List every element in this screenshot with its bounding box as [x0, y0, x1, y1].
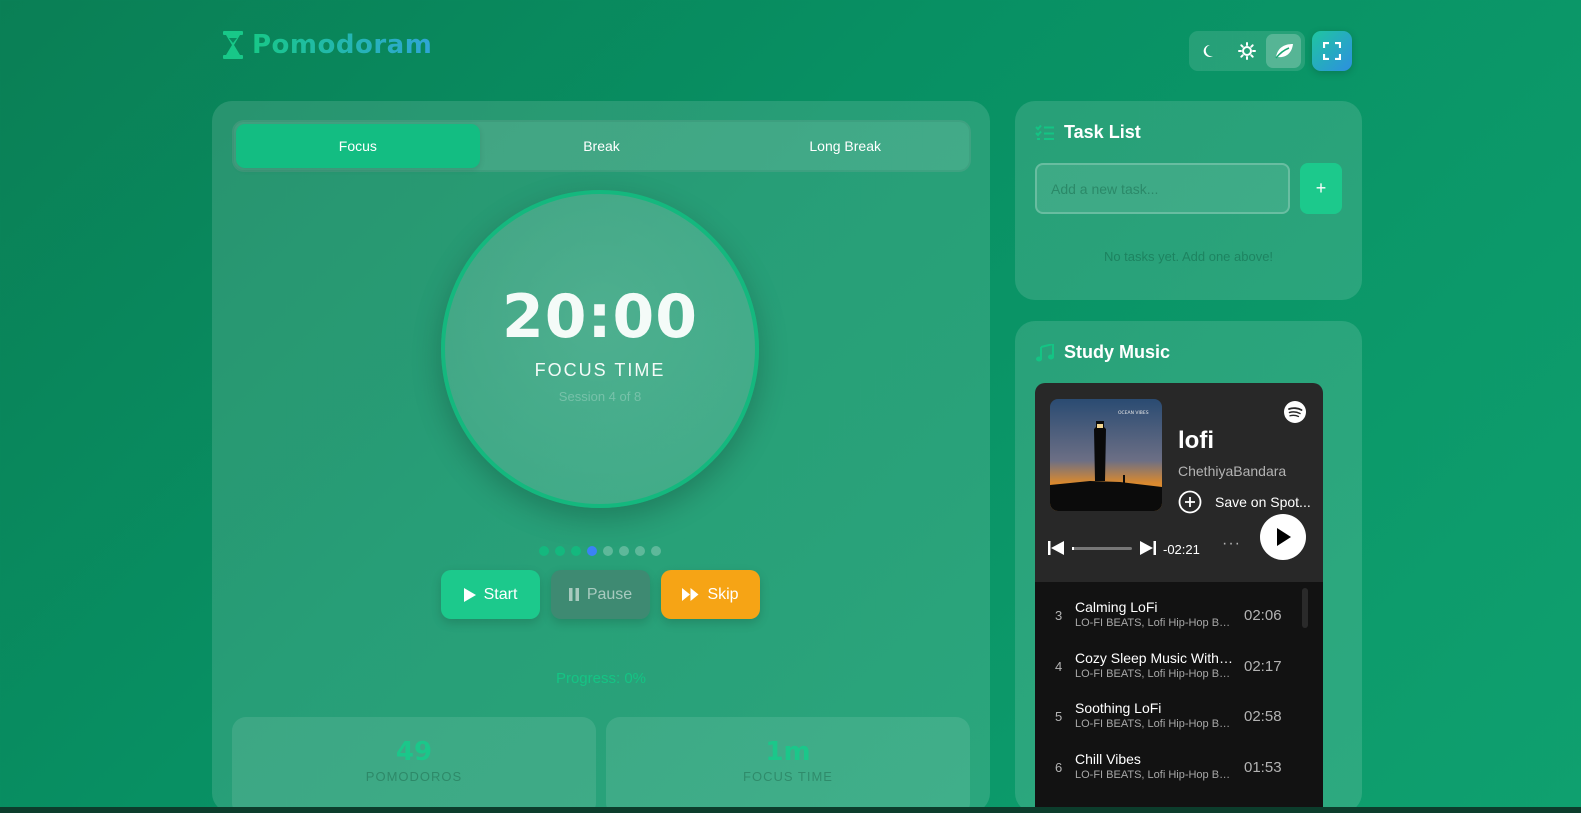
session-dot — [571, 546, 581, 556]
track-number: 6 — [1055, 760, 1063, 775]
timer-circle: 20:00 FOCUS TIME Session 4 of 8 — [441, 190, 759, 508]
save-label: Save on Spot... — [1215, 494, 1311, 510]
app-header: Pomodoram — [222, 30, 432, 60]
moon-icon — [1204, 44, 1214, 57]
hourglass-icon — [223, 31, 243, 59]
fast-forward-icon — [682, 588, 699, 601]
track-name: Chill Vibes — [1075, 751, 1141, 767]
music-note-icon — [1036, 343, 1054, 361]
pause-icon — [568, 588, 579, 601]
tracklist-scrollbar[interactable] — [1302, 588, 1308, 628]
task-list-title-text: Task List — [1064, 122, 1141, 142]
fullscreen-icon — [1323, 42, 1341, 60]
study-music-title: Study Music — [1035, 342, 1170, 363]
timer-mode-label: FOCUS TIME — [534, 360, 666, 380]
pause-label: Pause — [586, 585, 633, 603]
session-dot — [635, 546, 645, 556]
session-dots — [539, 546, 661, 556]
track-artist: LO-FI BEATS, Lofi Hip-Hop Beats — [1075, 718, 1235, 730]
fullscreen-button[interactable] — [1312, 31, 1352, 71]
timer-display: 20:00 — [502, 282, 698, 352]
time-remaining: -02:21 — [1163, 542, 1200, 557]
track-row[interactable]: 5 Soothing LoFi LO-FI BEATS, Lofi Hip-Hop … — [1035, 692, 1310, 742]
tab-break[interactable]: Break — [480, 124, 724, 168]
spotify-embed: OCEAN VIBES lofi ChethiyaBandara Save on… — [1035, 383, 1323, 813]
timer-panel: Focus Break Long Break 20:00 FOCUS TIME … — [212, 101, 990, 813]
timer-controls: Start Pause Skip — [441, 570, 760, 619]
album-cover[interactable]: OCEAN VIBES — [1050, 399, 1162, 511]
start-button[interactable]: Start — [441, 570, 540, 619]
track-artist: LO-FI BEATS, Lofi Hip-Hop Beats — [1075, 769, 1235, 781]
session-dot — [539, 546, 549, 556]
next-track-icon[interactable] — [1140, 541, 1156, 555]
session-counter: Session 4 of 8 — [558, 389, 642, 404]
track-name: Cozy Sleep Music With Rain — [1075, 650, 1233, 666]
track-list: 3 Calming LoFi LO-FI BEATS, Lofi Hip-Hop B… — [1035, 582, 1323, 813]
session-dot — [619, 546, 629, 556]
playback-progress-bar[interactable] — [1072, 546, 1132, 550]
playback-controls — [1048, 541, 1156, 555]
leaf-icon — [1275, 44, 1293, 59]
more-options-button[interactable]: ··· — [1222, 535, 1241, 553]
task-list-title: Task List — [1035, 122, 1141, 143]
track-number: 5 — [1055, 709, 1063, 724]
track-row[interactable]: 3 Calming LoFi LO-FI BEATS, Lofi Hip-Hop B… — [1035, 591, 1310, 641]
track-artist: LO-FI BEATS, Lofi Hip-Hop Beats — [1075, 668, 1235, 680]
stat-card-pomodoros: 49 POMODOROS — [232, 717, 596, 813]
app-logo-text[interactable]: Pomodoram — [252, 30, 432, 60]
theme-light-button[interactable] — [1230, 34, 1265, 68]
track-duration: 02:17 — [1244, 658, 1282, 675]
track-name: Soothing LoFi — [1075, 700, 1162, 716]
session-dot — [587, 546, 597, 556]
stat-label: FOCUS TIME — [743, 769, 833, 784]
stat-card-focus-time: 1m FOCUS TIME — [606, 717, 970, 813]
study-music-title-text: Study Music — [1064, 342, 1171, 362]
theme-dark-button[interactable] — [1193, 34, 1228, 68]
skip-button[interactable]: Skip — [661, 570, 760, 619]
play-icon — [1277, 528, 1291, 546]
track-row[interactable]: 6 Chill Vibes LO-FI BEATS, Lofi Hip-Hop Be… — [1035, 743, 1310, 793]
playlist-owner[interactable]: ChethiyaBandara — [1178, 463, 1286, 479]
stat-value: 49 — [395, 737, 433, 767]
track-row[interactable]: 4 Cozy Sleep Music With Rain LO-FI BEATS, … — [1035, 642, 1310, 692]
add-task-button[interactable]: + — [1300, 163, 1342, 214]
theme-switcher — [1189, 31, 1305, 71]
pause-button[interactable]: Pause — [551, 570, 650, 619]
track-name: Calming LoFi — [1075, 599, 1158, 615]
task-list-card: Task List + No tasks yet. Add one above! — [1015, 101, 1362, 300]
stat-label: POMODOROS — [365, 769, 463, 784]
empty-tasks-text: No tasks yet. Add one above! — [1103, 249, 1274, 264]
skip-label: Skip — [707, 585, 739, 603]
tab-focus[interactable]: Focus — [236, 124, 480, 168]
track-number: 4 — [1055, 659, 1063, 674]
session-dot — [603, 546, 613, 556]
track-duration: 02:06 — [1244, 607, 1282, 624]
window-bottom-edge — [0, 807, 1581, 813]
theme-nature-button[interactable] — [1266, 34, 1302, 68]
task-list-icon — [1035, 124, 1054, 140]
album-text-top: OCEAN VIBES — [1118, 410, 1149, 416]
add-circle-icon — [1178, 490, 1202, 514]
album-cover-image: OCEAN VIBES — [1050, 399, 1162, 511]
track-number: 3 — [1055, 608, 1063, 623]
spotify-play-button[interactable] — [1260, 514, 1306, 560]
session-dot — [651, 546, 661, 556]
play-icon — [463, 587, 476, 602]
tab-long-break[interactable]: Long Break — [723, 124, 967, 168]
spotify-logo-icon[interactable] — [1283, 400, 1307, 424]
track-duration: 02:58 — [1244, 708, 1282, 725]
save-on-spotify-button[interactable]: Save on Spot... — [1178, 490, 1311, 514]
mode-tabs: Focus Break Long Break — [232, 120, 971, 172]
playlist-title[interactable]: lofi — [1178, 427, 1214, 455]
start-label: Start — [483, 585, 518, 603]
track-artist: LO-FI BEATS, Lofi Hip-Hop Beats — [1075, 617, 1235, 629]
new-task-input[interactable] — [1035, 163, 1290, 214]
previous-track-icon[interactable] — [1048, 541, 1064, 555]
track-duration: 01:53 — [1244, 759, 1282, 776]
sun-icon — [1238, 42, 1256, 60]
stat-value: 1m — [765, 737, 811, 767]
progress-text: Progress: 0% — [555, 670, 647, 687]
session-dot — [555, 546, 565, 556]
study-music-card: Study Music OCEAN VIBES lofi ChethiyaBan… — [1015, 321, 1362, 813]
